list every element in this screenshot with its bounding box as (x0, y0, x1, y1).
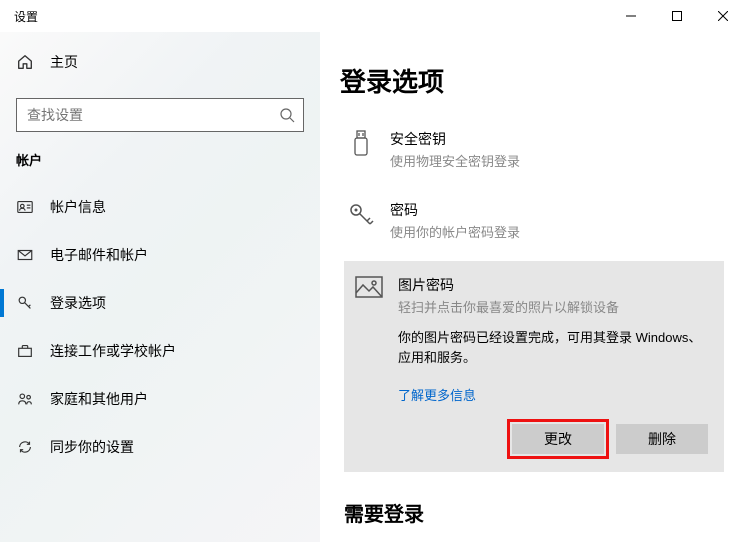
section-title: 帐户 (0, 150, 320, 169)
home-button[interactable]: 主页 (0, 42, 320, 82)
option-picture-password[interactable]: 图片密码 轻扫并点击你最喜爱的照片以解锁设备 (352, 275, 710, 316)
password-key-icon (344, 200, 378, 234)
option-title: 密码 (390, 200, 520, 220)
sidebar-item-family[interactable]: 家庭和其他用户 (0, 379, 320, 419)
sidebar-item-label: 家庭和其他用户 (50, 389, 148, 409)
option-security-key[interactable]: 安全密钥 使用物理安全密钥登录 (344, 119, 750, 180)
people-icon (16, 390, 34, 408)
main-panel: 登录选项 安全密钥 使用物理安全密钥登录 密码 使用你的帐户密码登录 (320, 32, 750, 542)
sidebar-item-label: 帐户信息 (50, 197, 106, 217)
window-controls (608, 0, 746, 32)
option-title: 图片密码 (398, 275, 619, 295)
settings-window: 设置 主页 帐户 帐户信息 (0, 0, 750, 542)
search-icon (279, 107, 295, 123)
mail-icon (16, 246, 34, 264)
search-input[interactable] (25, 106, 279, 124)
id-card-icon (16, 198, 34, 216)
sidebar-item-label: 电子邮件和帐户 (50, 245, 148, 265)
change-button[interactable]: 更改 (512, 424, 604, 454)
search-box[interactable] (16, 98, 304, 132)
sidebar-item-label: 同步你的设置 (50, 437, 134, 457)
window-title: 设置 (14, 8, 38, 25)
close-button[interactable] (700, 0, 746, 32)
key-icon (16, 294, 34, 312)
titlebar: 设置 (0, 0, 750, 32)
home-label: 主页 (50, 52, 78, 72)
briefcase-icon (16, 342, 34, 360)
learn-more-link[interactable]: 了解更多信息 (398, 385, 710, 404)
maximize-button[interactable] (654, 0, 700, 32)
home-icon (16, 53, 34, 71)
require-signin-heading: 需要登录 (344, 498, 750, 527)
sidebar: 主页 帐户 帐户信息 电子邮件和帐户 登录选项 连接工作或学校帐户 (0, 32, 320, 542)
sync-icon (16, 438, 34, 456)
picture-password-desc: 你的图片密码已经设置完成，可用其登录 Windows、应用和服务。 (398, 328, 710, 367)
sidebar-item-label: 登录选项 (50, 293, 106, 313)
sidebar-item-work-school[interactable]: 连接工作或学校帐户 (0, 331, 320, 371)
option-password[interactable]: 密码 使用你的帐户密码登录 (344, 190, 750, 251)
minimize-button[interactable] (608, 0, 654, 32)
sidebar-item-signin-options[interactable]: 登录选项 (0, 283, 320, 323)
option-sub: 轻扫并点击你最喜爱的照片以解锁设备 (398, 297, 619, 316)
delete-button[interactable]: 删除 (616, 424, 708, 454)
page-title: 登录选项 (340, 62, 750, 99)
sidebar-item-label: 连接工作或学校帐户 (50, 341, 176, 361)
option-sub: 使用物理安全密钥登录 (390, 151, 520, 170)
option-title: 安全密钥 (390, 129, 520, 149)
sidebar-item-account-info[interactable]: 帐户信息 (0, 187, 320, 227)
sidebar-item-email[interactable]: 电子邮件和帐户 (0, 235, 320, 275)
option-sub: 使用你的帐户密码登录 (390, 222, 520, 241)
picture-icon (352, 275, 386, 309)
option-picture-password-card: 图片密码 轻扫并点击你最喜爱的照片以解锁设备 你的图片密码已经设置完成，可用其登… (344, 261, 724, 472)
usb-key-icon (344, 129, 378, 163)
sidebar-item-sync[interactable]: 同步你的设置 (0, 427, 320, 467)
